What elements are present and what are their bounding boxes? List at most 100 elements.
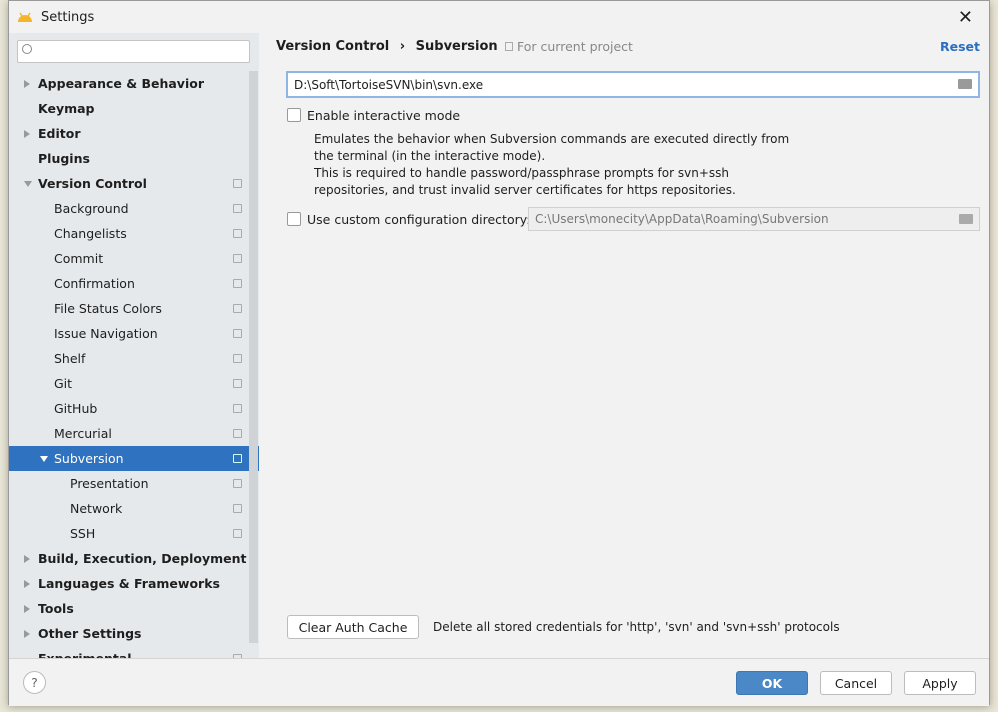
sidebar-item-label: Version Control	[38, 176, 147, 191]
custom-config-checkbox[interactable]	[287, 212, 301, 226]
expand-arrow-right-icon[interactable]	[24, 604, 30, 613]
project-scope-icon	[233, 504, 242, 513]
sidebar-item-issue-navigation[interactable]: Issue Navigation	[9, 321, 249, 346]
description-line: repositories, and trust invalid server c…	[314, 183, 736, 197]
breadcrumb-subversion: Subversion	[415, 39, 498, 54]
sidebar-item-file-status-colors[interactable]: File Status Colors	[9, 296, 249, 321]
sidebar-item-label: SSH	[70, 526, 96, 541]
dialog-footer: ? OK Cancel Apply	[9, 658, 989, 706]
sidebar-item-label: Commit	[54, 251, 104, 266]
sidebar-item-label: Editor	[38, 126, 81, 141]
sidebar-item-keymap[interactable]: Keymap	[9, 96, 249, 121]
sidebar-item-label: Confirmation	[54, 276, 135, 291]
sidebar-item-subversion[interactable]: Subversion	[9, 446, 259, 471]
project-scope-icon	[233, 304, 242, 313]
sidebar-item-label: Network	[70, 501, 123, 516]
sidebar-item-label: Experimental	[38, 651, 132, 658]
subversion-panel: Version Control › Subversion For current…	[267, 33, 989, 658]
custom-config-field: C:\Users\monecity\AppData\Roaming\Subver…	[528, 207, 980, 231]
expand-arrow-right-icon[interactable]	[24, 79, 30, 88]
sidebar-item-label: GitHub	[54, 401, 98, 416]
reset-link[interactable]: Reset	[940, 39, 980, 54]
sidebar-item-label: Issue Navigation	[54, 326, 158, 341]
sidebar-item-commit[interactable]: Commit	[9, 246, 249, 271]
sidebar-item-plugins[interactable]: Plugins	[9, 146, 249, 171]
project-scope-icon	[233, 229, 242, 238]
breadcrumb: Version Control › Subversion	[276, 39, 498, 54]
folder-browse-icon[interactable]	[958, 79, 972, 89]
settings-dialog: Settings ✕ Appearance & Behavior Keymap Ed…	[8, 0, 990, 706]
sidebar-item-background[interactable]: Background	[9, 196, 249, 221]
sidebar: Appearance & Behavior Keymap Editor Plugins…	[9, 33, 259, 658]
description-line: Emulates the behavior when Subversion co…	[314, 132, 790, 146]
sidebar-item-shelf[interactable]: Shelf	[9, 346, 249, 371]
sidebar-item-changelists[interactable]: Changelists	[9, 221, 249, 246]
sidebar-item-label: Keymap	[38, 101, 95, 116]
sidebar-item-label: Background	[54, 201, 129, 216]
sidebar-item-github[interactable]: GitHub	[9, 396, 249, 421]
sidebar-item-ssh[interactable]: SSH	[9, 521, 249, 546]
sidebar-item-label: Subversion	[54, 451, 124, 466]
search-input[interactable]	[17, 40, 250, 63]
scope-label: For current project	[517, 39, 633, 54]
expand-arrow-down-icon[interactable]	[40, 455, 48, 462]
sidebar-item-editor[interactable]: Editor	[9, 121, 249, 146]
sidebar-item-label: Mercurial	[54, 426, 112, 441]
cancel-button[interactable]: Cancel	[820, 671, 892, 695]
interactive-mode-checkbox[interactable]	[287, 108, 301, 122]
sidebar-item-label: File Status Colors	[54, 301, 162, 316]
project-scope-icon	[233, 179, 242, 188]
clear-auth-cache-button[interactable]: Clear Auth Cache	[287, 615, 419, 639]
settings-tree: Appearance & Behavior Keymap Editor Plugins…	[9, 71, 259, 658]
sidebar-item-mercurial[interactable]: Mercurial	[9, 421, 249, 446]
sidebar-item-experimental[interactable]: Experimental	[9, 646, 249, 658]
custom-config-value: C:\Users\monecity\AppData\Roaming\Subver…	[535, 212, 829, 226]
sidebar-item-label: Languages & Frameworks	[38, 576, 220, 591]
breadcrumb-version-control[interactable]: Version Control	[276, 39, 389, 54]
custom-config-label: Use custom configuration directory:	[307, 212, 531, 227]
sidebar-item-network[interactable]: Network	[9, 496, 249, 521]
clear-auth-cache-description: Delete all stored credentials for 'http'…	[433, 620, 840, 634]
project-scope-icon	[233, 204, 242, 213]
expand-arrow-right-icon[interactable]	[24, 129, 30, 138]
sidebar-item-other-settings[interactable]: Other Settings	[9, 621, 249, 646]
project-scope-icon	[233, 404, 242, 413]
sidebar-item-presentation[interactable]: Presentation	[9, 471, 249, 496]
folder-browse-icon	[959, 214, 973, 224]
sidebar-item-build-execution-deployment[interactable]: Build, Execution, Deployment	[9, 546, 249, 571]
sidebar-scrollbar[interactable]	[249, 71, 258, 643]
close-icon[interactable]: ✕	[958, 7, 973, 28]
expand-arrow-down-icon[interactable]	[24, 180, 32, 187]
svn-executable-field[interactable]: D:\Soft\TortoiseSVN\bin\svn.exe	[286, 71, 980, 98]
scope-indicator: For current project	[505, 39, 633, 54]
project-scope-icon	[233, 329, 242, 338]
search-icon	[22, 44, 32, 54]
help-button[interactable]: ?	[23, 671, 46, 694]
sidebar-item-label: Git	[54, 376, 73, 391]
ok-button[interactable]: OK	[736, 671, 808, 695]
sidebar-item-label: Build, Execution, Deployment	[38, 551, 247, 566]
project-scope-icon	[233, 429, 242, 438]
sidebar-item-confirmation[interactable]: Confirmation	[9, 271, 249, 296]
sidebar-item-version-control[interactable]: Version Control	[9, 171, 249, 196]
project-scope-icon	[233, 379, 242, 388]
sidebar-item-git[interactable]: Git	[9, 371, 249, 396]
sidebar-item-languages-frameworks[interactable]: Languages & Frameworks	[9, 571, 249, 596]
expand-arrow-right-icon[interactable]	[24, 554, 30, 563]
project-scope-icon	[233, 479, 242, 488]
svn-executable-value: D:\Soft\TortoiseSVN\bin\svn.exe	[294, 77, 484, 92]
sidebar-item-tools[interactable]: Tools	[9, 596, 249, 621]
sidebar-item-label: Shelf	[54, 351, 86, 366]
sidebar-item-label: Changelists	[54, 226, 127, 241]
expand-arrow-right-icon[interactable]	[24, 629, 30, 638]
interactive-mode-description: Emulates the behavior when Subversion co…	[314, 131, 789, 199]
sidebar-item-appearance-behavior[interactable]: Appearance & Behavior	[9, 71, 249, 96]
window-title: Settings	[41, 9, 95, 25]
description-line: This is required to handle password/pass…	[314, 166, 729, 180]
description-line: the terminal (in the interactive mode).	[314, 149, 546, 163]
apply-button[interactable]: Apply	[904, 671, 976, 695]
sidebar-item-label: Plugins	[38, 151, 90, 166]
expand-arrow-right-icon[interactable]	[24, 579, 30, 588]
title-bar: Settings ✕	[9, 1, 989, 33]
project-icon	[505, 42, 513, 51]
